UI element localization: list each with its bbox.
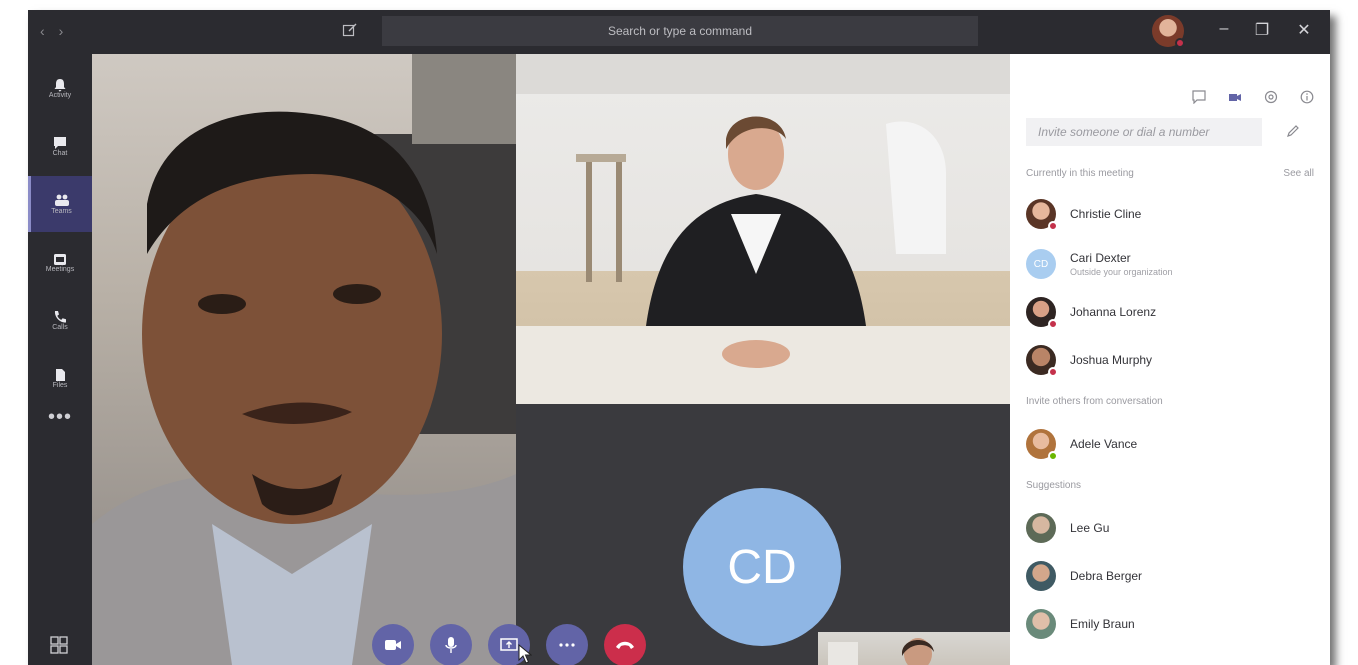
avatar xyxy=(1026,199,1058,231)
rail-item-teams[interactable]: Teams xyxy=(28,176,92,232)
participant-name: Christie Cline xyxy=(1070,207,1142,221)
participant-name: Cari Dexter xyxy=(1070,251,1131,265)
see-all-link[interactable]: See all xyxy=(1283,168,1314,179)
title-bar: ‹ › Search or type a command – ❐ ✕ xyxy=(28,10,1330,54)
rail-item-calls[interactable]: Calls xyxy=(28,292,92,348)
video-icon xyxy=(385,640,401,650)
user-avatar[interactable] xyxy=(1152,15,1185,48)
avatar xyxy=(1026,429,1058,461)
busy-status-icon xyxy=(1048,221,1058,231)
section-label-invite-others: Invite others from conversation xyxy=(1026,396,1163,407)
file-icon xyxy=(56,368,65,381)
participant-video-tile[interactable] xyxy=(92,54,516,665)
rail-item-activity[interactable]: Activity xyxy=(28,60,92,116)
avatar xyxy=(1026,561,1056,591)
pen-icon[interactable] xyxy=(1286,124,1300,138)
avatar-initials: CD xyxy=(1026,249,1056,279)
chat-icon[interactable] xyxy=(1192,90,1206,104)
avatar xyxy=(1026,609,1056,639)
section-label-current: Currently in this meeting xyxy=(1026,168,1134,179)
teams-icon xyxy=(54,194,69,206)
search-placeholder: Search or type a command xyxy=(607,24,753,38)
mic-icon xyxy=(445,637,457,653)
avatar xyxy=(1026,345,1058,377)
avatar xyxy=(1026,513,1056,543)
apps-icon[interactable] xyxy=(50,636,68,654)
invite-input[interactable] xyxy=(1026,118,1262,146)
participant-name: Joshua Murphy xyxy=(1070,353,1153,367)
share-screen-icon xyxy=(500,638,518,651)
chevron-right-icon[interactable]: › xyxy=(59,23,64,39)
search-command-box[interactable]: Search or type a command xyxy=(382,16,978,46)
mouse-cursor-icon xyxy=(518,644,532,664)
busy-status-icon xyxy=(1048,319,1058,329)
participant-name: Debra Berger xyxy=(1070,569,1143,583)
participant-item[interactable]: Joshua Murphy xyxy=(1026,340,1316,380)
compose-icon[interactable] xyxy=(342,22,358,38)
participant-name: Adele Vance xyxy=(1070,437,1138,451)
participant-video xyxy=(92,54,516,665)
info-icon[interactable] xyxy=(1300,90,1314,104)
meeting-stage: CD xyxy=(92,54,1010,665)
close-button[interactable]: ✕ xyxy=(1292,20,1316,40)
rail-item-files[interactable]: Files xyxy=(28,350,92,406)
available-status-icon xyxy=(1048,451,1058,461)
rail-label: Meetings xyxy=(45,265,75,273)
participant-org-note: Outside your organization xyxy=(1070,267,1173,277)
invite-suggestion-item[interactable]: Adele Vance xyxy=(1026,424,1316,464)
rail-item-chat[interactable]: Chat xyxy=(28,118,92,174)
gear-icon[interactable] xyxy=(1264,90,1278,104)
participant-video xyxy=(516,54,1010,404)
avatar-initials: CD xyxy=(683,488,841,646)
chevron-left-icon[interactable]: ‹ xyxy=(40,23,45,39)
rail-label: Chat xyxy=(52,149,68,157)
more-apps-button[interactable]: ••• xyxy=(28,406,92,429)
participant-name: Lee Gu xyxy=(1070,521,1110,535)
phone-icon xyxy=(54,310,66,323)
app-rail: Activity Chat Teams Meetings Calls Files… xyxy=(28,54,92,665)
call-controls xyxy=(372,624,646,665)
participant-item[interactable]: Johanna Lorenz xyxy=(1026,292,1316,332)
hang-up-icon xyxy=(616,641,634,649)
mic-toggle-button[interactable] xyxy=(430,624,472,665)
minimize-button[interactable]: – xyxy=(1212,20,1236,38)
more-actions-button[interactable] xyxy=(546,624,588,665)
suggestion-item[interactable]: Emily Braun xyxy=(1026,604,1316,644)
rail-label: Teams xyxy=(51,207,72,215)
suggestion-item[interactable]: Lee Gu xyxy=(1026,508,1316,548)
panel-header-actions xyxy=(1192,90,1314,104)
more-icon xyxy=(559,643,575,647)
participant-name: Emily Braun xyxy=(1070,617,1135,631)
rail-label: Files xyxy=(52,381,68,389)
busy-status-icon xyxy=(1175,38,1185,48)
participant-item[interactable]: Christie Cline xyxy=(1026,194,1316,234)
calendar-icon xyxy=(54,253,66,265)
video-call-icon[interactable] xyxy=(1228,90,1242,104)
maximize-button[interactable]: ❐ xyxy=(1250,20,1274,40)
participant-video-tile[interactable] xyxy=(516,54,1010,404)
rail-item-meetings[interactable]: Meetings xyxy=(28,234,92,290)
participant-name: Johanna Lorenz xyxy=(1070,305,1157,319)
bell-icon xyxy=(54,78,66,91)
rail-label: Calls xyxy=(52,323,68,331)
busy-status-icon xyxy=(1048,367,1058,377)
teams-window: ‹ › Search or type a command – ❐ ✕ Activ… xyxy=(28,10,1330,665)
participant-item[interactable]: CD Cari Dexter Outside your organization xyxy=(1026,244,1316,284)
chat-icon xyxy=(54,136,66,149)
camera-toggle-button[interactable] xyxy=(372,624,414,665)
participants-panel: Currently in this meeting See all Christ… xyxy=(1010,54,1330,665)
hang-up-button[interactable] xyxy=(604,624,646,665)
self-view-video[interactable] xyxy=(818,632,1010,665)
avatar xyxy=(1026,297,1058,329)
section-label-suggestions: Suggestions xyxy=(1026,480,1082,491)
self-view-image xyxy=(828,638,934,665)
history-nav: ‹ › xyxy=(40,23,63,39)
rail-label: Activity xyxy=(48,91,72,99)
suggestion-item[interactable]: Debra Berger xyxy=(1026,556,1316,596)
